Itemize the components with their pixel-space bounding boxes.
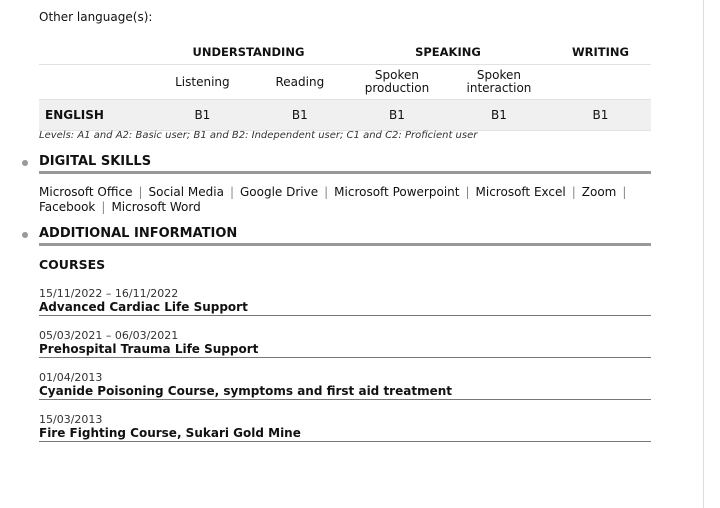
bullet-icon: [22, 232, 28, 238]
list-item: 15/03/2013 Fire Fighting Course, Sukari G…: [39, 413, 651, 442]
skills-list: Microsoft Office | Social Media | Google Dri…: [39, 185, 627, 214]
skill-item: Microsoft Excel: [475, 185, 566, 199]
section-additional-information: ADDITIONAL INFORMATION: [22, 226, 651, 246]
sub-spoken-interaction: Spoken interaction: [447, 64, 550, 100]
level-cell: B1: [447, 99, 550, 131]
course-title: Cyanide Poisoning Course, symptoms and f…: [39, 384, 452, 398]
header-speaking: SPEAKING: [345, 40, 550, 65]
levels-note: Levels: A1 and A2: Basic user; B1 and B2…: [39, 130, 478, 141]
course-date: 05/03/2021 – 06/03/2021: [39, 329, 179, 342]
skill-item: Microsoft Powerpoint: [334, 185, 460, 199]
course-date: 01/04/2013: [39, 371, 103, 384]
other-languages-label: Other language(s):: [39, 10, 153, 24]
section-digital-skills: DIGITAL SKILLS: [22, 154, 651, 174]
course-title: Advanced Cardiac Life Support: [39, 300, 248, 314]
sub-spoken-production: Spoken production: [345, 64, 448, 100]
course-title: Prehospital Trauma Life Support: [39, 342, 259, 356]
list-item: 05/03/2021 – 06/03/2021 Prehospital Traum…: [39, 329, 651, 358]
bullet-icon: [22, 160, 28, 166]
sub-listening: Listening: [151, 64, 254, 100]
level-cell: B1: [151, 99, 254, 131]
skill-item: Microsoft Office: [39, 185, 133, 199]
course-date: 15/03/2013: [39, 413, 103, 426]
header-understanding: UNDERSTANDING: [151, 40, 346, 65]
skill-item: Social Media: [148, 185, 224, 199]
course-date: 15/11/2022 – 16/11/2022: [39, 287, 179, 300]
section-title: DIGITAL SKILLS: [39, 154, 152, 169]
list-item: 15/11/2022 – 16/11/2022 Advanced Cardiac …: [39, 287, 651, 316]
skill-item: Google Drive: [239, 185, 319, 199]
section-title: ADDITIONAL INFORMATION: [39, 226, 238, 241]
level-cell: B1: [549, 99, 651, 131]
sub-reading: Reading: [253, 64, 346, 100]
language-name: ENGLISH: [39, 99, 151, 131]
course-title: Fire Fighting Course, Sukari Gold Mine: [39, 426, 301, 440]
level-cell: B1: [253, 99, 346, 131]
table-row: ENGLISH B1 B1 B1 B1 B1: [39, 99, 651, 131]
list-item: 01/04/2013 Cyanide Poisoning Course, symp…: [39, 371, 651, 400]
header-writing: WRITING: [549, 40, 651, 65]
page-edge: [703, 0, 704, 508]
level-cell: B1: [345, 99, 448, 131]
courses-heading: COURSES: [39, 257, 106, 272]
skill-item: Microsoft Word: [111, 200, 201, 214]
skill-item: Facebook: [39, 200, 96, 214]
skill-item: Zoom: [581, 185, 617, 199]
language-table: UNDERSTANDING SPEAKING WRITING Listening R…: [39, 40, 651, 131]
